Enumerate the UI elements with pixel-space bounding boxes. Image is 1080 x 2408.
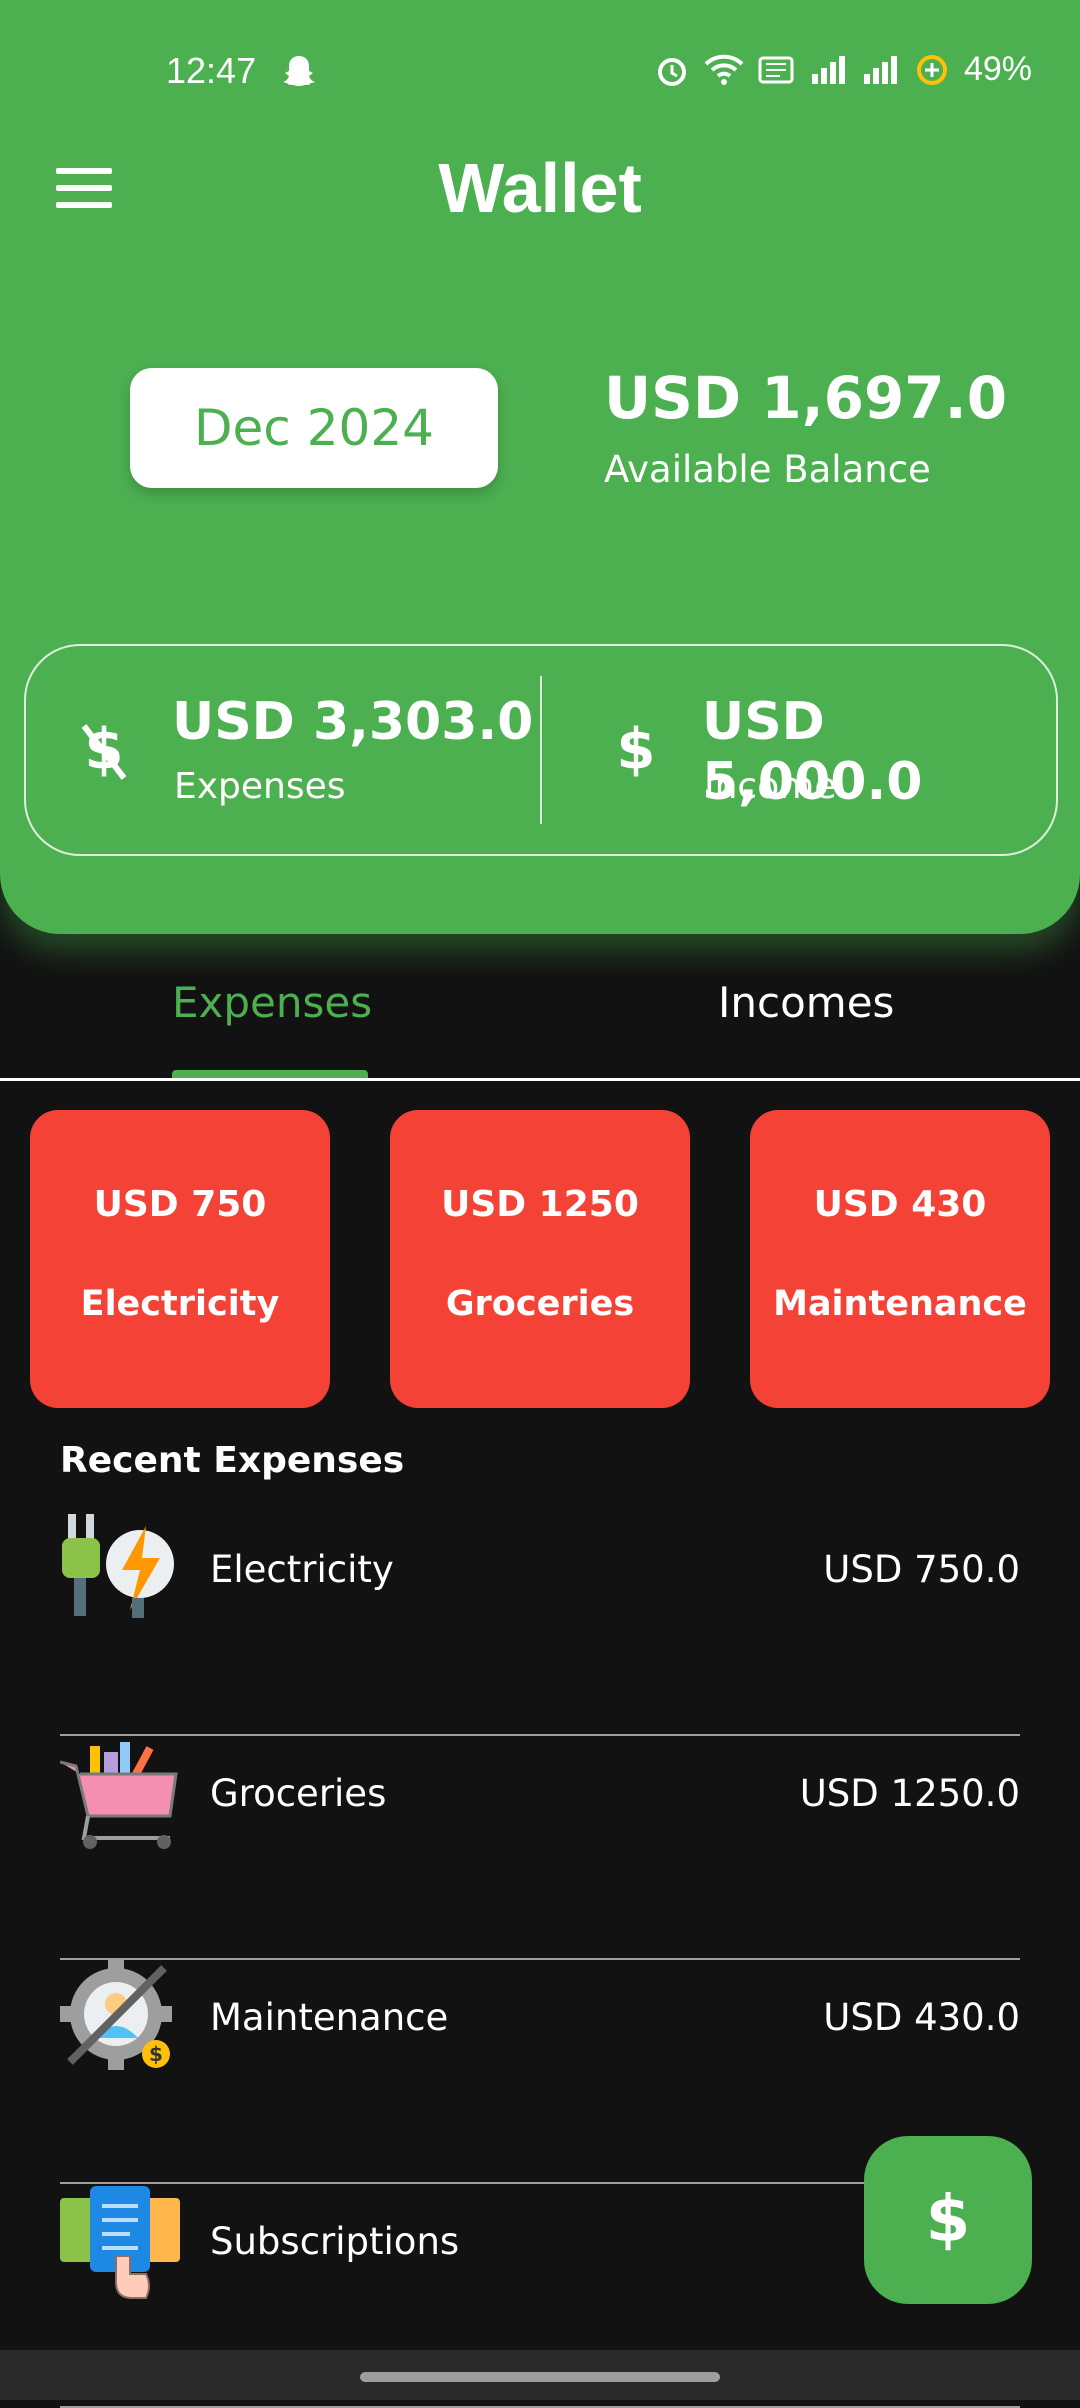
list-item-name: Subscriptions (210, 2220, 460, 2263)
alarm-icon (657, 57, 686, 86)
available-balance-label: Available Balance (604, 448, 931, 491)
list-item-name: Groceries (210, 1772, 387, 1815)
maintenance-gear-icon: $ (60, 1958, 172, 2070)
category-name: Groceries (445, 1284, 635, 1324)
battery-percent: 49% (963, 50, 1032, 88)
tab-bar: Expenses Incomes (0, 960, 1080, 1081)
wifi-icon (704, 54, 744, 85)
expenses-total-value: USD 3,303.0 (172, 692, 534, 752)
category-card-groceries[interactable]: USD 1250 Groceries (390, 1110, 690, 1408)
no-money-icon: $ (81, 717, 127, 782)
summary-card: $ USD 3,303.0 Expenses $ USD 5,000.0 Inc… (24, 644, 1058, 856)
signal-icon (863, 55, 897, 84)
battery-saver-icon (916, 54, 947, 85)
summary-divider (540, 676, 542, 824)
category-card-maintenance[interactable]: USD 430 Maintenance (750, 1110, 1050, 1408)
list-item-amount: USD 750.0 (823, 1548, 1020, 1591)
status-time: 12:47 (166, 50, 257, 91)
available-balance-value: USD 1,697.0 (604, 364, 1008, 432)
list-item-name: Electricity (210, 1548, 394, 1591)
dollar-icon: $ (925, 2183, 971, 2257)
volte-icon (758, 56, 794, 83)
category-amount: USD 750 (93, 1184, 267, 1225)
signal-icon (811, 55, 845, 84)
list-item-amount: USD 1250.0 (799, 1772, 1020, 1815)
electric-plug-icon (62, 1514, 174, 1618)
header-panel: 12:47 49% Wallet Dec 2024 USD 1,697.0 Av… (0, 0, 1080, 934)
category-name: Electricity (80, 1284, 280, 1324)
category-amount: USD 430 (813, 1184, 987, 1225)
list-item-amount: USD 430.0 (823, 1996, 1020, 2039)
expenses-total-label: Expenses (174, 766, 346, 807)
page-title: Wallet (438, 149, 642, 227)
system-navigation-bar (0, 2350, 1080, 2400)
month-selector-button[interactable]: Dec 2024 (130, 368, 498, 488)
dollar-icon: $ (617, 717, 656, 782)
category-amount: USD 1250 (441, 1184, 639, 1225)
recent-expenses-title: Recent Expenses (60, 1440, 405, 1481)
category-card-electricity[interactable]: USD 750 Electricity (30, 1110, 330, 1408)
add-transaction-button[interactable]: $ (864, 2136, 1032, 2304)
shopping-cart-icon (60, 1742, 178, 1849)
list-item-electricity[interactable]: Electricity USD 750.0 (60, 1510, 1020, 1736)
svg-text:$: $ (149, 2042, 163, 2066)
svg-text:$: $ (617, 717, 656, 782)
category-name: Maintenance (773, 1284, 1027, 1324)
list-item-name: Maintenance (210, 1996, 449, 2039)
status-icons: 49% (652, 50, 1032, 89)
subscriptions-cards-icon (60, 2186, 180, 2299)
status-bar: 12:47 49% (0, 40, 1080, 110)
snapchat-ghost-icon (283, 56, 315, 86)
income-total-label: Income (704, 766, 837, 807)
tab-incomes[interactable]: Incomes (718, 978, 894, 1027)
tab-indicator (172, 1070, 368, 1078)
tab-expenses[interactable]: Expenses (172, 978, 372, 1027)
list-item-groceries[interactable]: Groceries USD 1250.0 (60, 1734, 1020, 1960)
home-gesture-handle[interactable] (360, 2372, 720, 2382)
